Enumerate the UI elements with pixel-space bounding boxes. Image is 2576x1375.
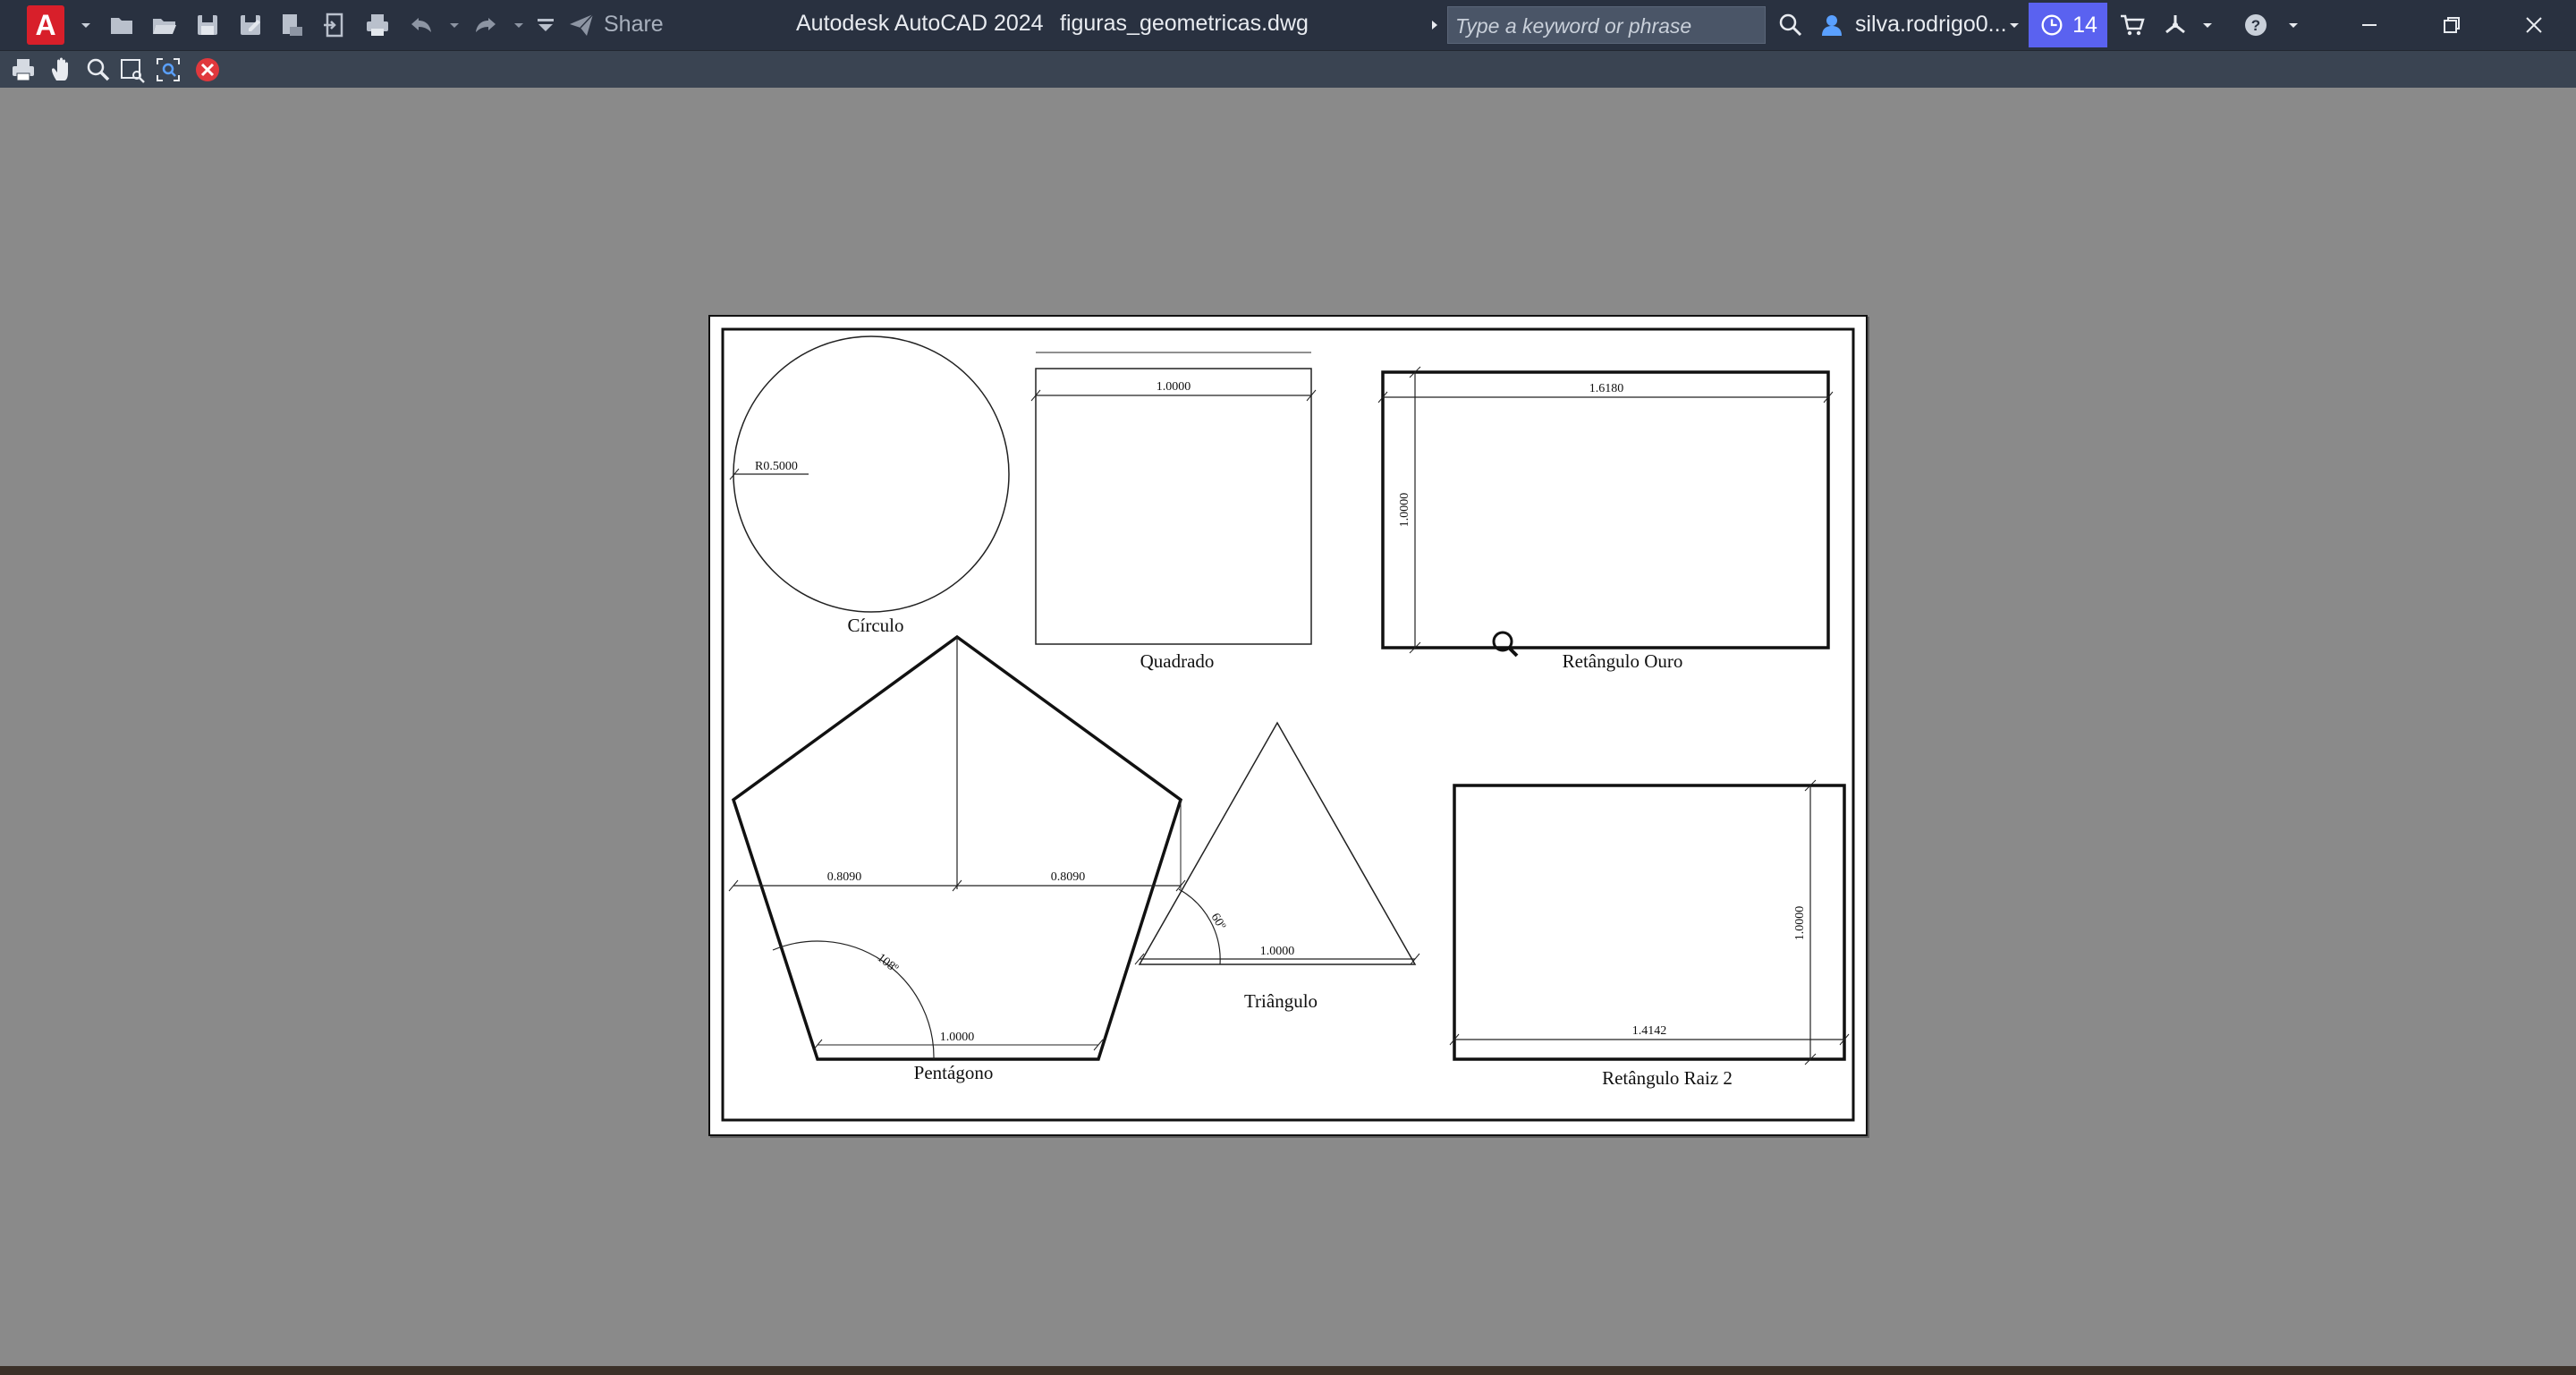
close-window-icon[interactable]: [2513, 9, 2555, 41]
drawing-canvas: R0.5000 Círculo 1.0000 Quadrado 1.6180 1…: [721, 327, 1855, 1122]
notifications-count: 14: [2072, 12, 2097, 38]
pentagon-half-width-left: 0.8090: [827, 870, 862, 884]
undo-icon[interactable]: [406, 11, 438, 39]
paper-sheet: R0.5000 Círculo 1.0000 Quadrado 1.6180 1…: [708, 315, 1868, 1136]
circle-label: Círculo: [848, 615, 904, 636]
customize-toolbar-icon[interactable]: [530, 11, 562, 39]
zoom-original-icon[interactable]: [152, 55, 184, 85]
help-chevron-down-icon[interactable]: [2277, 11, 2309, 39]
redo-icon[interactable]: [469, 11, 501, 39]
triangle-figure: 1.0000 60º Triângulo: [1134, 721, 1420, 1012]
export-icon[interactable]: [318, 11, 351, 39]
save-to-web-icon[interactable]: [275, 11, 308, 39]
dim-tick: [1377, 366, 1834, 654]
zoom-icon[interactable]: [82, 55, 114, 85]
square-figure: 1.0000 Quadrado: [1030, 352, 1317, 672]
pentagon-side-dim: 1.0000: [940, 1031, 975, 1044]
golden-width-dim: 1.6180: [1589, 382, 1624, 395]
root2-rectangle-label: Retângulo Raiz 2: [1602, 1067, 1733, 1089]
notifications-clock-badge[interactable]: 14: [2029, 3, 2107, 47]
share-paper-plane-icon[interactable]: [565, 11, 597, 39]
search-icon[interactable]: [1775, 11, 1807, 39]
search-input[interactable]: Type a keyword or phrase: [1447, 6, 1766, 44]
dim-tick: [1449, 779, 1850, 1065]
golden-rectangle-label: Retângulo Ouro: [1563, 650, 1683, 672]
autodesk-connect-icon[interactable]: [2159, 11, 2191, 39]
zoom-cursor-icon: [1492, 631, 1519, 658]
share-button[interactable]: Share: [604, 12, 664, 38]
title-bar: A Share Autodesk AutoCAD 2024 figuras_ge…: [0, 0, 2576, 50]
user-account-icon[interactable]: [1816, 11, 1848, 39]
square-shape: [1035, 368, 1312, 645]
preview-toolbar: [0, 50, 2576, 89]
root2-rectangle-figure: 1.4142 1.0000 Retângulo Raiz 2: [1449, 779, 1850, 1089]
square-label: Quadrado: [1140, 650, 1215, 672]
app-title: Autodesk AutoCAD 2024: [796, 11, 1044, 36]
triangle-label: Triângulo: [1244, 990, 1318, 1012]
square-width-dim: 1.0000: [1157, 380, 1191, 394]
root2-width-dim: 1.4142: [1632, 1024, 1667, 1038]
print-icon[interactable]: [7, 55, 39, 85]
connect-chevron-down-icon[interactable]: [2191, 11, 2224, 39]
zoom-window-icon[interactable]: [116, 55, 148, 85]
golden-rectangle-shape: [1381, 370, 1830, 649]
root2-height-dim: 1.0000: [1793, 906, 1807, 941]
circle-figure: R0.5000 Círculo: [729, 335, 1010, 636]
circle-radius-dim: R0.5000: [755, 460, 798, 473]
root2-rectangle-shape: [1453, 784, 1846, 1061]
close-preview-icon[interactable]: [191, 55, 224, 85]
clock-icon: [2041, 14, 2063, 36]
pan-hand-icon[interactable]: [47, 55, 79, 85]
user-menu-chevron-down-icon[interactable]: [1998, 11, 2030, 39]
autocad-logo-button[interactable]: A: [27, 5, 64, 45]
new-file-icon[interactable]: [106, 11, 138, 39]
undo-dropdown-icon[interactable]: [438, 11, 470, 39]
open-folder-icon[interactable]: [148, 11, 181, 39]
app-menu-chevron-down-icon[interactable]: [70, 11, 102, 39]
cart-icon[interactable]: [2116, 11, 2148, 39]
pentagon-half-width-right: 0.8090: [1051, 870, 1086, 884]
user-name[interactable]: silva.rodrigo0...: [1855, 12, 2007, 38]
pentagon-figure: 0.8090 0.8090 108º 1.0000 Pentágono: [728, 634, 1186, 1083]
golden-rectangle-figure: 1.6180 1.0000 Retângulo Ouro: [1377, 366, 1834, 672]
restore-window-icon[interactable]: [2431, 9, 2472, 41]
svg-text:?: ?: [2251, 17, 2260, 34]
golden-height-dim: 1.0000: [1398, 493, 1411, 528]
save-icon[interactable]: [191, 11, 224, 39]
triangle-angle: 60º: [1208, 912, 1228, 933]
plot-print-icon[interactable]: [361, 11, 394, 39]
save-as-icon[interactable]: [234, 11, 267, 39]
taskbar-edge: [0, 1366, 2576, 1375]
help-icon[interactable]: ?: [2240, 11, 2272, 39]
expand-arrow-icon[interactable]: [1419, 11, 1451, 39]
triangle-side-dim: 1.0000: [1260, 945, 1295, 958]
file-name: figuras_geometricas.dwg: [1060, 11, 1309, 36]
pentagon-label: Pentágono: [914, 1062, 994, 1083]
minimize-window-icon[interactable]: [2349, 9, 2390, 41]
